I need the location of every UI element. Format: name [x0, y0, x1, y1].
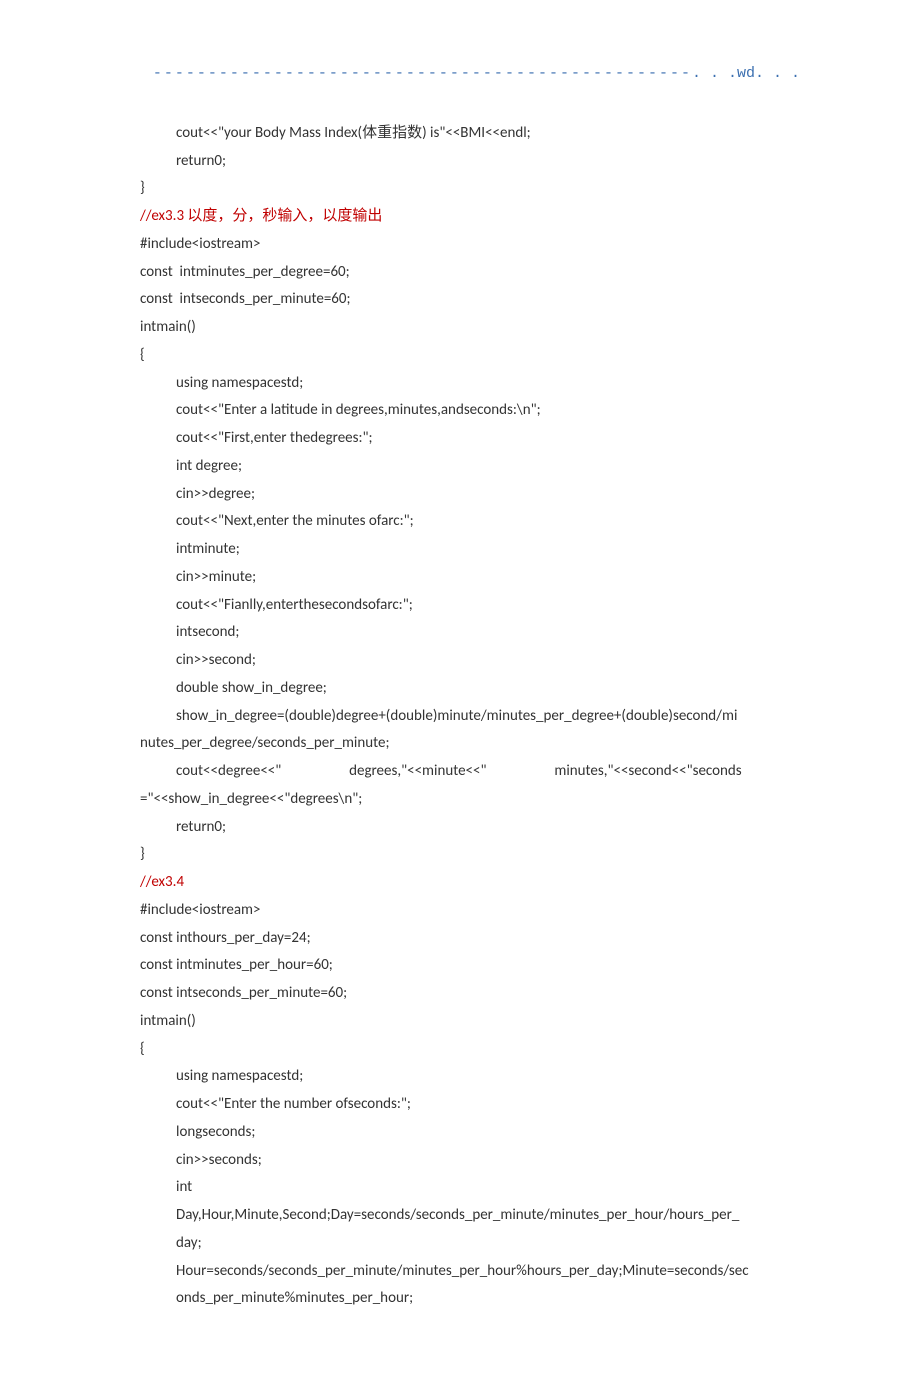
code-line: } — [140, 175, 800, 203]
code-line: cin>>minute; — [140, 564, 800, 592]
code-line: cout<<"Next,enter the minutes ofarc:"; — [140, 508, 800, 536]
code-line-wrap: ="<<show_in_degree<<"degrees\n"; — [140, 786, 800, 814]
code-line: cout<<degree<<" degrees,"<<minute<<" min… — [140, 758, 800, 786]
code-line: int — [140, 1174, 800, 1202]
code-line: using namespacestd; — [140, 1063, 800, 1091]
code-line: { — [140, 342, 800, 370]
code-line: const intseconds_per_minute=60; — [140, 286, 800, 314]
code-line: cout<<"Enter the number ofseconds:"; — [140, 1091, 800, 1119]
code-line: intminute; — [140, 536, 800, 564]
code-line: int degree; — [140, 453, 800, 481]
code-line: } — [140, 841, 800, 869]
code-line: const inthours_per_day=24; — [140, 925, 800, 953]
code-comment: //ex3.3 以度，分，秒输入，以度输出 — [140, 203, 800, 231]
code-line: return0; — [140, 814, 800, 842]
code-line: #include<iostream> — [140, 897, 800, 925]
code-line: { — [140, 1036, 800, 1064]
code-line: Hour=seconds/seconds_per_minute/minutes_… — [140, 1258, 800, 1286]
code-line: intmain() — [140, 1008, 800, 1036]
code-line: cout<<"Enter a latitude in degrees,minut… — [140, 397, 800, 425]
code-line: const intminutes_per_hour=60; — [140, 952, 800, 980]
code-line: #include<iostream> — [140, 231, 800, 259]
code-line: cin>>second; — [140, 647, 800, 675]
code-line: const intminutes_per_degree=60; — [140, 259, 800, 287]
code-line: intsecond; — [140, 619, 800, 647]
code-comment: //ex3.4 — [140, 869, 800, 897]
code-body: cout<<"your Body Mass Index(体重指数) is"<<B… — [0, 120, 920, 1313]
code-line: double show_in_degree; — [140, 675, 800, 703]
header-wd: . . .wd. . . — [692, 65, 800, 82]
code-line: show_in_degree=(double)degree+(double)mi… — [140, 703, 800, 731]
code-line-wrap: nutes_per_degree/seconds_per_minute; — [140, 730, 800, 758]
code-line: intmain() — [140, 314, 800, 342]
code-line: longseconds; — [140, 1119, 800, 1147]
page-header: ----------------------------------------… — [0, 60, 920, 88]
code-line: const intseconds_per_minute=60; — [140, 980, 800, 1008]
code-line: cout<<"your Body Mass Index(体重指数) is"<<B… — [140, 120, 800, 148]
code-line: cin>>degree; — [140, 481, 800, 509]
code-line: cout<<"First,enter thedegrees:"; — [140, 425, 800, 453]
code-line-wrap: onds_per_minute%minutes_per_hour; — [140, 1285, 800, 1313]
header-dashes: ----------------------------------------… — [153, 65, 692, 82]
code-line-wrap: day; — [140, 1230, 800, 1258]
code-line: Day,Hour,Minute,Second;Day=seconds/secon… — [140, 1202, 800, 1230]
code-line: using namespacestd; — [140, 370, 800, 398]
code-line: return0; — [140, 148, 800, 176]
code-line: cout<<"Fianlly,enterthesecondsofarc:"; — [140, 592, 800, 620]
code-line: cin>>seconds; — [140, 1147, 800, 1175]
